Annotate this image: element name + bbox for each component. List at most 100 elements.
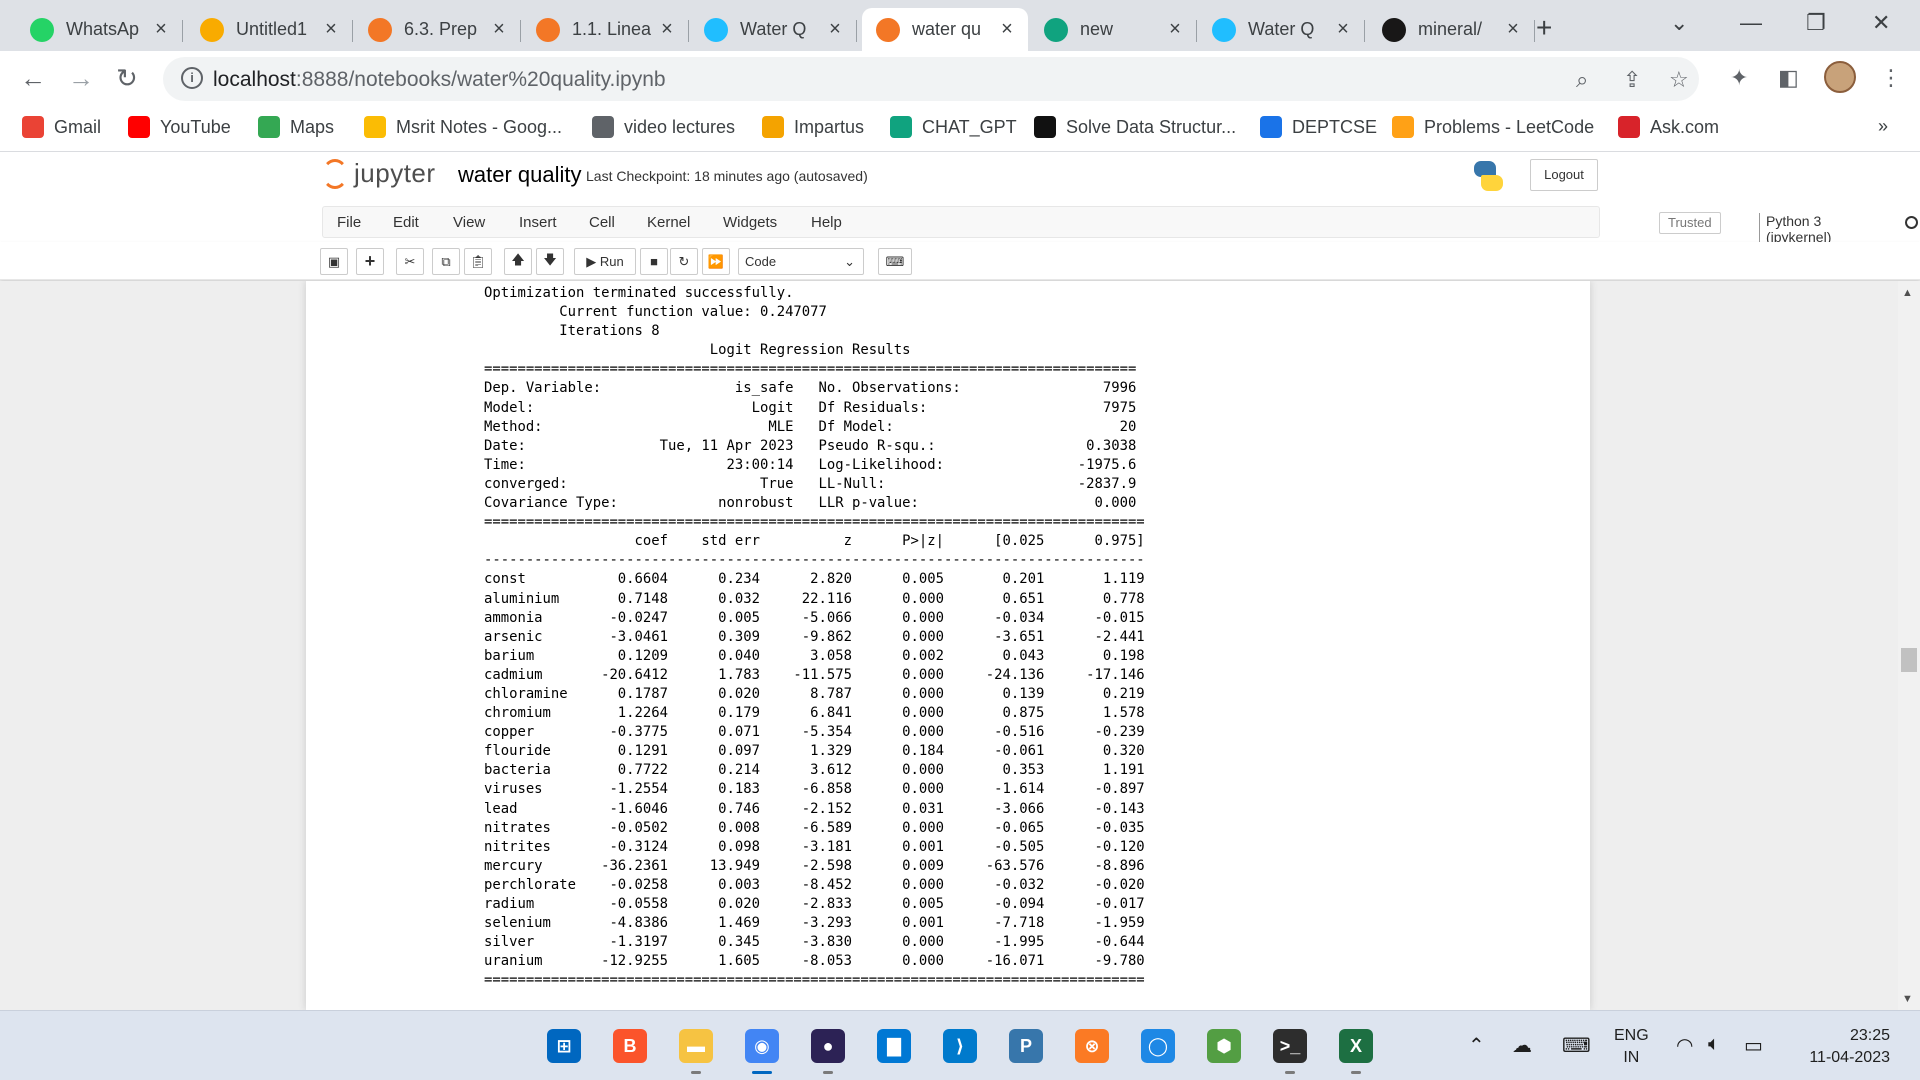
menu-widgets[interactable]: Widgets — [723, 214, 777, 231]
cut-icon[interactable]: ✂ — [396, 248, 424, 275]
desktop-app-icon[interactable]: ▇ — [874, 1026, 914, 1066]
page-scrollbar[interactable]: ▲ ▼ — [1898, 281, 1920, 1010]
interrupt-icon[interactable]: ■ — [640, 248, 668, 275]
run-button[interactable]: ▶ Run — [574, 248, 636, 275]
bookmark-item[interactable]: Problems - LeetCode — [1392, 116, 1594, 138]
xampp-icon[interactable]: ⊗ — [1072, 1026, 1112, 1066]
close-tab-icon[interactable]: × — [488, 18, 510, 41]
reload-icon[interactable]: ↻ — [116, 63, 138, 94]
kernel-name[interactable]: Python 3 (ipykernel) — [1759, 213, 1831, 245]
volume-icon[interactable]: 🔈︎ — [1708, 1033, 1720, 1056]
close-tab-icon[interactable]: × — [656, 18, 678, 41]
move-down-icon[interactable]: 🡇︎ — [536, 248, 564, 275]
output-line: Method: MLE Df Model: 20 — [484, 418, 1137, 435]
close-tab-icon[interactable]: × — [1164, 18, 1186, 41]
bookmark-star-icon[interactable]: ☆ — [1669, 67, 1689, 93]
circle-app-icon[interactable]: ◯ — [1138, 1026, 1178, 1066]
bookmark-item[interactable]: Ask.com — [1618, 116, 1719, 138]
bookmark-item[interactable]: video lectures — [592, 116, 735, 138]
move-up-icon[interactable]: 🡅︎ — [504, 248, 532, 275]
restart-icon[interactable]: ↻ — [670, 248, 698, 275]
keyboard-shortcuts-icon[interactable]: ⌨ — [878, 248, 912, 275]
system-clock[interactable]: 23:25 11-04-2023 — [1790, 1025, 1890, 1069]
profile-avatar[interactable] — [1824, 61, 1856, 93]
onedrive-cloud-icon[interactable]: ☁ — [1512, 1033, 1532, 1058]
trusted-indicator[interactable]: Trusted — [1659, 212, 1721, 234]
python-idle-icon[interactable]: P — [1006, 1026, 1046, 1066]
paste-icon[interactable]: 📋︎ — [464, 248, 492, 275]
forward-arrow-icon[interactable]: → — [68, 63, 94, 94]
file-explorer-icon[interactable]: ▬ — [676, 1026, 716, 1074]
more-bookmarks-chevron-icon[interactable]: » — [1878, 116, 1888, 137]
save-icon[interactable]: ▣ — [320, 248, 348, 275]
scroll-down-arrow-icon[interactable]: ▼ — [1902, 993, 1913, 1005]
chrome-menu-icon[interactable]: ⋮ — [1880, 65, 1902, 91]
excel-icon[interactable]: X — [1336, 1026, 1376, 1074]
browser-tab[interactable]: mineral/ × — [1368, 8, 1535, 51]
browser-tab[interactable]: water qu × — [862, 8, 1028, 51]
eclipse-icon[interactable]: ● — [808, 1026, 848, 1074]
bookmark-item[interactable]: Impartus — [762, 116, 864, 138]
bookmark-item[interactable]: DEPTCSE — [1260, 116, 1377, 138]
browser-tab[interactable]: Untitled1 × — [186, 8, 353, 51]
menu-edit[interactable]: Edit — [393, 214, 419, 231]
keyboard-icon[interactable]: ⌨ — [1562, 1033, 1591, 1058]
menu-kernel[interactable]: Kernel — [647, 214, 690, 231]
cell-type-select[interactable]: Code ⌄ — [738, 248, 864, 275]
close-tab-icon[interactable]: × — [996, 18, 1018, 41]
menu-view[interactable]: View — [453, 214, 485, 231]
scrollbar-thumb[interactable] — [1901, 648, 1917, 672]
extensions-puzzle-icon[interactable]: ✦ — [1730, 65, 1748, 91]
bookmark-item[interactable]: YouTube — [128, 116, 231, 138]
wifi-icon[interactable]: ◠ — [1676, 1033, 1693, 1058]
chrome-icon[interactable]: ◉ — [742, 1026, 782, 1074]
menu-help[interactable]: Help — [811, 214, 842, 231]
close-tab-icon[interactable]: × — [824, 18, 846, 41]
browser-tab[interactable]: WhatsAp × — [16, 8, 183, 51]
browser-tab[interactable]: 6.3. Prep × — [354, 8, 521, 51]
insert-cell-icon[interactable]: + — [356, 248, 384, 275]
close-window-icon[interactable]: ✕ — [1872, 10, 1890, 36]
menu-cell[interactable]: Cell — [589, 214, 615, 231]
share-icon[interactable]: ⇪ — [1623, 67, 1641, 93]
windows-start-icon[interactable]: ⊞ — [544, 1026, 584, 1066]
browser-tab[interactable]: 1.1. Linea × — [522, 8, 689, 51]
restore-icon[interactable]: ❐ — [1806, 10, 1826, 36]
back-arrow-icon[interactable]: ← — [20, 63, 46, 94]
side-panel-icon[interactable]: ◧ — [1778, 65, 1799, 91]
brave-icon[interactable]: B — [610, 1026, 650, 1066]
menu-insert[interactable]: Insert — [519, 214, 557, 231]
terminal-icon[interactable]: >_ — [1270, 1026, 1310, 1074]
browser-tab[interactable]: Water Q × — [690, 8, 857, 51]
jupyter-logo[interactable]: jupyter — [322, 158, 436, 189]
scroll-up-arrow-icon[interactable]: ▲ — [1902, 287, 1913, 299]
browser-tab[interactable]: new × — [1030, 8, 1197, 51]
bookmark-item[interactable]: Maps — [258, 116, 334, 138]
restart-run-all-icon[interactable]: ⏩ — [702, 248, 730, 275]
show-hidden-icons-chevron-icon[interactable]: ⌃ — [1468, 1033, 1485, 1058]
browser-tab[interactable]: Water Q × — [1198, 8, 1365, 51]
close-tab-icon[interactable]: × — [1502, 18, 1524, 41]
bookmark-item[interactable]: Msrit Notes - Goog... — [364, 116, 562, 138]
notebook-name[interactable]: water quality — [458, 162, 582, 188]
menu-file[interactable]: File — [337, 214, 361, 231]
site-info-icon[interactable]: i — [181, 67, 203, 89]
language-indicator[interactable]: ENG IN — [1614, 1025, 1649, 1069]
new-tab-plus-icon[interactable]: + — [1536, 12, 1552, 44]
bookmark-item[interactable]: CHAT_GPT — [890, 116, 1017, 138]
nodejs-icon[interactable]: ⬢ — [1204, 1026, 1244, 1066]
battery-icon[interactable]: ▭ — [1744, 1033, 1763, 1058]
close-tab-icon[interactable]: × — [150, 18, 172, 41]
bookmark-item[interactable]: Solve Data Structur... — [1034, 116, 1236, 138]
address-bar[interactable]: i localhost:8888/notebooks/water%20quali… — [163, 57, 1699, 101]
close-tab-icon[interactable]: × — [320, 18, 342, 41]
logout-button[interactable]: Logout — [1530, 159, 1598, 191]
close-tab-icon[interactable]: × — [1332, 18, 1354, 41]
zoom-icon[interactable]: ⌕ — [1576, 67, 1588, 93]
vscode-icon[interactable]: ⟩ — [940, 1026, 980, 1066]
url-text[interactable]: localhost:8888/notebooks/water%20quality… — [213, 68, 666, 92]
minimize-icon[interactable]: — — [1740, 10, 1762, 36]
copy-icon[interactable]: ⧉ — [432, 248, 460, 275]
tab-search-chevron-icon[interactable]: ⌄ — [1670, 10, 1688, 36]
bookmark-item[interactable]: Gmail — [22, 116, 101, 138]
